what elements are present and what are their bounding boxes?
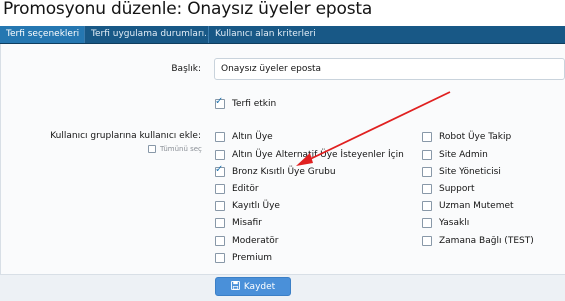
annotation-arrow-line bbox=[303, 91, 451, 163]
annotation-arrow-head bbox=[296, 153, 313, 166]
save-button[interactable]: Kaydet bbox=[215, 277, 291, 296]
floppy-disk-icon bbox=[230, 280, 240, 293]
annotation-arrow bbox=[296, 91, 451, 166]
save-button-label: Kaydet bbox=[243, 281, 276, 292]
